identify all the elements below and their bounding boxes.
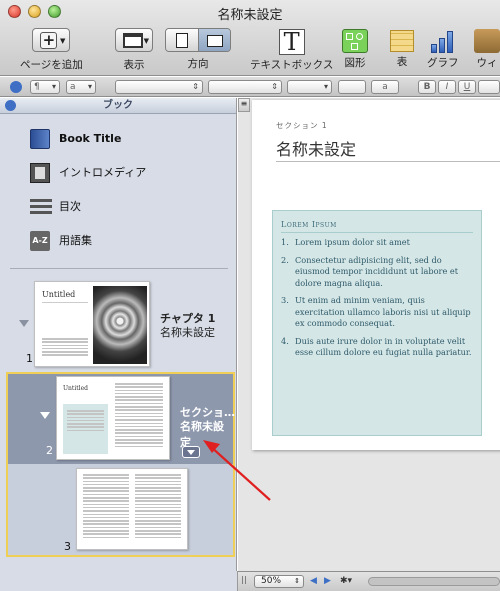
previous-page-icon[interactable]: ◀ xyxy=(310,576,317,586)
selected-section[interactable]: 2 Untitled セクショ… 名称未設定 3 xyxy=(6,372,235,557)
sidebar-footer xyxy=(0,571,238,591)
portrait-icon[interactable] xyxy=(166,29,198,51)
add-page-button[interactable]: + ▼ ページを追加 xyxy=(20,28,83,72)
text-color-well[interactable] xyxy=(338,80,366,94)
thumbnail-text xyxy=(42,338,88,358)
section-rule xyxy=(276,161,500,162)
document-canvas[interactable]: ≡ セクション 1 名称未設定 Lorem Ipsum 1. Lorem ipsu… xyxy=(238,98,500,571)
chapter-subtitle: 名称未設定 xyxy=(160,326,215,339)
highlight-color-well[interactable]: a xyxy=(371,80,399,94)
page-3-thumbnail[interactable] xyxy=(76,468,188,550)
film-icon xyxy=(30,163,50,183)
chart-icon xyxy=(429,29,457,53)
splitter-handle-icon[interactable]: || xyxy=(238,575,250,584)
orientation-control[interactable]: 方向 xyxy=(165,28,231,71)
font-family-popup[interactable]: ⇕ xyxy=(115,80,203,94)
glossary-icon: A-Z xyxy=(30,231,50,251)
section-title[interactable]: 名称未設定 xyxy=(276,136,356,160)
thumbnail-title: Untitled xyxy=(63,385,88,392)
chart-button[interactable]: グラフ xyxy=(427,29,459,70)
widget-label: ウィ xyxy=(476,57,498,69)
paragraph-style-label: ¶ xyxy=(34,82,40,92)
list-item: 1. Lorem ipsum dolor sit amet xyxy=(281,237,410,247)
inspector-icon[interactable] xyxy=(10,81,22,93)
textbox-button[interactable]: T テキストボックス xyxy=(250,29,333,72)
add-page-icon: + ▼ xyxy=(32,28,71,52)
section-disclosure-icon[interactable] xyxy=(40,412,50,419)
shapes-button[interactable]: 図形 xyxy=(342,29,368,70)
sidebar-item-label: 用語集 xyxy=(59,234,92,247)
shapes-label: 図形 xyxy=(344,57,366,69)
thumbnail-box xyxy=(63,404,108,454)
box-title: Lorem Ipsum xyxy=(281,220,337,229)
list-item: 3. Ut enim ad minim veniam, quis exercita… xyxy=(281,295,471,328)
chevron-down-icon xyxy=(187,450,195,455)
widget-button[interactable]: ウィ xyxy=(474,29,500,70)
view-label: 表示 xyxy=(123,59,145,71)
chart-label: グラフ xyxy=(427,57,459,69)
zoom-value: 50% xyxy=(261,576,282,586)
list-item: 4. Duis aute irure dolor in in voluptate … xyxy=(281,335,472,358)
status-bar: || 50% ⇕ ◀ ▶ ✱▾ xyxy=(238,571,500,591)
chapter-disclosure-icon[interactable] xyxy=(19,320,29,327)
split-view-icon[interactable]: ≡ xyxy=(238,98,250,112)
window-title: 名称未設定 xyxy=(217,8,283,23)
orientation-segmented xyxy=(165,28,231,52)
strikethrough-button[interactable] xyxy=(478,80,500,94)
character-style-label: a xyxy=(70,82,76,92)
table-button[interactable]: 表 xyxy=(390,29,414,69)
flower-image xyxy=(93,286,147,364)
sidebar-title: ブック xyxy=(103,100,133,111)
window-titlebar: 名称未設定 + ▼ ページを追加 ▼ 表示 方向 T テキストボックス 図形 表 … xyxy=(0,0,500,76)
book-icon xyxy=(30,129,50,149)
underline-button[interactable]: U xyxy=(458,80,476,94)
sidebar-item-label: 目次 xyxy=(59,200,81,213)
lorem-list: 1. Lorem ipsum dolor sit amet 2. Consectet… xyxy=(281,237,477,365)
list-icon xyxy=(30,197,52,217)
orientation-label: 方向 xyxy=(187,58,209,70)
view-button[interactable]: ▼ 表示 xyxy=(115,28,153,72)
lorem-ipsum-box[interactable]: Lorem Ipsum 1. Lorem ipsum dolor sit amet… xyxy=(272,210,482,436)
sidebar-item-label: Book Title xyxy=(59,132,122,145)
highlight-label: a xyxy=(382,82,388,92)
table-icon xyxy=(390,30,414,52)
thumbnail-text xyxy=(115,383,163,449)
landscape-icon[interactable] xyxy=(198,29,230,51)
page-number: 3 xyxy=(64,540,71,553)
horizontal-scrollbar[interactable] xyxy=(368,577,500,586)
add-page-label: ページを追加 xyxy=(20,59,83,71)
list-item: 2. Consectetur adipisicing elit, sed do e… xyxy=(281,254,459,288)
book-sidebar: ブック Book Title イントロメディア 目次 A-Z 用語集 1 Unt… xyxy=(0,98,237,591)
box-rule xyxy=(281,232,473,233)
section-label: セクション 1 xyxy=(276,121,328,130)
paragraph-style-popup[interactable]: ¶ ▾ xyxy=(30,80,60,94)
document-page[interactable]: セクション 1 名称未設定 Lorem Ipsum 1. Lorem ipsum … xyxy=(252,100,500,450)
format-bar: ¶ ▾ a ▾ ⇕ ⇕ ▾ a B I U xyxy=(0,77,500,97)
bold-button[interactable]: B xyxy=(418,80,436,94)
table-label: 表 xyxy=(396,56,408,68)
thumbnail-rule xyxy=(42,302,88,303)
italic-button[interactable]: I xyxy=(438,80,456,94)
sidebar-item-label: イントロメディア xyxy=(59,166,147,179)
thumbnail-title: Untitled xyxy=(42,290,76,299)
font-typeface-popup[interactable]: ⇕ xyxy=(208,80,282,94)
page-number: 1 xyxy=(26,352,33,365)
view-icon: ▼ xyxy=(115,28,153,52)
gear-icon[interactable]: ✱▾ xyxy=(340,576,352,586)
sidebar-divider xyxy=(10,268,228,269)
widget-icon xyxy=(474,29,500,53)
font-size-popup[interactable]: ▾ xyxy=(287,80,332,94)
section-menu-button[interactable] xyxy=(182,446,200,458)
next-page-icon[interactable]: ▶ xyxy=(324,576,331,586)
chapter-thumbnail[interactable]: Untitled xyxy=(34,281,150,367)
character-style-popup[interactable]: a ▾ xyxy=(66,80,96,94)
page-number: 2 xyxy=(46,444,53,457)
sidebar-header: ブック xyxy=(0,98,236,114)
textbox-icon: T xyxy=(278,29,305,55)
sidebar-toggle-icon[interactable] xyxy=(5,100,16,111)
textbox-label: テキストボックス xyxy=(250,59,334,71)
zoom-popup[interactable]: 50% ⇕ xyxy=(254,575,304,588)
shapes-icon xyxy=(342,29,368,53)
section-thumbnail[interactable]: Untitled xyxy=(56,376,170,460)
